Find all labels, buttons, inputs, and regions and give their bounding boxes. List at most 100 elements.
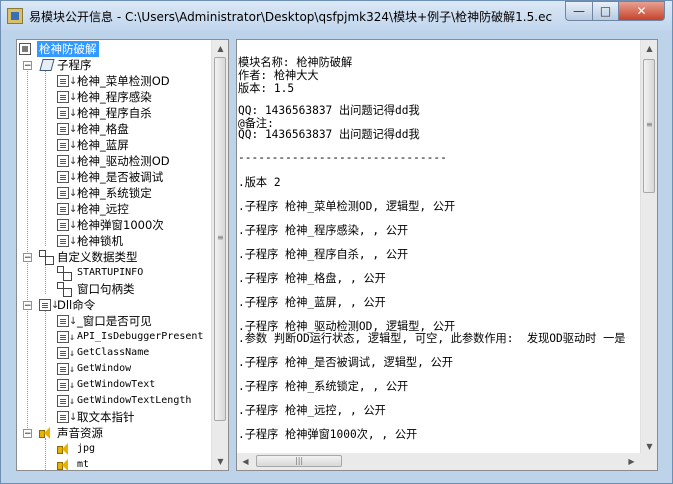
scroll-down-arrow-icon[interactable]: ▼	[212, 453, 228, 470]
scroll-thumb[interactable]: ≡	[214, 57, 226, 421]
main-window: 易模块公开信息 - C:\Users\Administrator\Desktop…	[0, 0, 673, 484]
dll-command-icon	[57, 330, 75, 346]
module-info-panel[interactable]: 模块名称: 枪神防破解 作者: 枪神大大 版本: 1.5 QQ: 1436563…	[236, 39, 658, 471]
collapse-toggle[interactable]: −	[23, 301, 32, 311]
dll-command-icon	[39, 298, 59, 314]
minimize-button[interactable]: —	[565, 1, 593, 21]
speaker-icon	[39, 427, 51, 439]
text-line: QQ: 1436563837 出问题记得dd我	[238, 104, 420, 117]
subprogram-icon	[57, 74, 77, 90]
app-icon	[7, 8, 23, 24]
subprogram-icon	[57, 154, 77, 170]
tree-item-label: 窗口句柄类	[77, 282, 135, 296]
document-horizontal-scrollbar[interactable]: ◀ ||| ▶	[237, 453, 640, 470]
module-tree[interactable]: 枪神防破解 − 子程序 枪神_菜单检测OD 枪神_程序感染 枪神_程序自杀 枪神…	[16, 39, 229, 471]
dll-command-icon	[57, 362, 75, 378]
datatype-icon	[57, 266, 72, 281]
speaker-icon	[57, 443, 69, 455]
tree-item-label: 枪神_格盘	[77, 122, 129, 136]
tree-item-label: 枪神_程序自杀	[77, 106, 152, 120]
text-line: QQ: 1436563837 出问题记得dd我	[238, 128, 420, 141]
scroll-right-arrow-icon[interactable]: ▶	[623, 453, 640, 470]
collapse-toggle[interactable]: −	[23, 61, 32, 71]
text-line: .子程序 枪神_系统锁定, , 公开	[238, 380, 409, 393]
tree-item-label: 取文本指针	[77, 410, 135, 424]
tree-item-label: 枪神_驱动检测OD	[77, 154, 170, 168]
tree-item-label: 枪神_蓝屏	[77, 138, 129, 152]
tree-item-label: STARTUPINFO	[77, 267, 144, 278]
dll-command-icon	[57, 346, 75, 362]
tree-item-label: GetWindowTextLength	[77, 395, 192, 406]
dll-command-icon	[57, 394, 75, 410]
tree-item-label: 枪神_菜单检测OD	[77, 74, 170, 88]
text-line: .子程序 枪神_程序自杀, , 公开	[238, 248, 409, 261]
text-line: .子程序 枪神_格盘, , 公开	[238, 272, 386, 285]
tree-item-label: GetWindowText	[77, 379, 156, 390]
tree-item-label: 枪神_远控	[77, 202, 129, 216]
speaker-icon	[57, 459, 69, 470]
text-line: 作者: 枪神大大	[238, 69, 319, 82]
tree-line	[45, 262, 46, 294]
module-info-text: 模块名称: 枪神防破解 作者: 枪神大大 版本: 1.5 QQ: 1436563…	[237, 40, 642, 455]
tree-line	[45, 310, 46, 422]
text-line: .版本 2	[238, 176, 281, 189]
collapse-toggle[interactable]: −	[23, 253, 32, 263]
tree-node-label: 子程序	[57, 58, 92, 72]
grip-icon: ≡	[646, 120, 653, 129]
window-title: 易模块公开信息 - C:\Users\Administrator\Desktop…	[29, 10, 553, 24]
subprogram-icon	[57, 170, 77, 186]
scroll-up-arrow-icon[interactable]: ▲	[212, 40, 228, 57]
scroll-thumb[interactable]: |||	[256, 455, 342, 467]
scroll-thumb[interactable]: ≡	[643, 59, 655, 193]
tree-item-label: 枪神锁机	[77, 234, 123, 248]
scroll-corner	[640, 453, 657, 470]
tree-line	[27, 64, 28, 434]
document-vertical-scrollbar[interactable]: ▲ ≡ ▼	[640, 40, 657, 455]
tree-item-label: 枪神_是否被调试	[77, 170, 164, 184]
text-line: .参数 判断OD运行状态, 逻辑型, 可空, 此参数作用: 发现OD驱动时 一是	[238, 332, 626, 345]
tree-line	[45, 438, 46, 470]
text-line: .子程序 枪神弹窗1000次, , 公开	[238, 428, 418, 441]
subprogram-icon	[57, 186, 77, 202]
title-bar[interactable]: 易模块公开信息 - C:\Users\Administrator\Desktop…	[1, 1, 672, 31]
tree-node-label: 自定义数据类型	[57, 250, 138, 264]
tree-vertical-scrollbar[interactable]: ▲ ≡ ▼	[211, 40, 228, 470]
tree-node-label: Dll命令	[57, 298, 96, 312]
tree-item-label: API_IsDebuggerPresent	[77, 331, 204, 342]
scroll-up-arrow-icon[interactable]: ▲	[641, 40, 657, 57]
subprogram-icon	[57, 122, 77, 138]
dll-command-icon	[57, 378, 75, 394]
tree-root-label: 枪神防破解	[37, 41, 99, 57]
collapse-toggle[interactable]: −	[23, 429, 32, 439]
subprogram-icon	[57, 90, 77, 106]
tree-item-label: GetClassName	[77, 347, 150, 358]
text-line: .子程序 枪神_菜单检测OD, 逻辑型, 公开	[238, 200, 456, 213]
subprogram-icon	[57, 106, 77, 122]
tree-item-label: jpg	[77, 443, 96, 454]
text-line: -------------------------------	[238, 151, 447, 164]
pane-splitter[interactable]	[229, 39, 236, 471]
layers-icon	[39, 59, 55, 71]
tree-item-label: 枪神_程序感染	[77, 90, 152, 104]
tree-item-label: 枪神_系统锁定	[77, 186, 152, 200]
maximize-button[interactable]: □	[592, 1, 619, 21]
tree-item-label: mt	[77, 459, 90, 470]
datatype-icon	[39, 250, 54, 265]
subprogram-icon	[57, 138, 77, 154]
scroll-left-arrow-icon[interactable]: ◀	[237, 453, 254, 470]
tree-item-label: GetWindow	[77, 363, 132, 374]
tree-item-label: _窗口是否可见	[77, 314, 152, 328]
close-button[interactable]: ✕	[618, 1, 665, 21]
text-line: 版本: 1.5	[238, 82, 295, 95]
tree-line	[45, 70, 46, 246]
dll-command-icon	[57, 410, 77, 426]
subprogram-icon	[57, 202, 77, 218]
module-icon	[19, 43, 31, 55]
grip-icon: ≡	[217, 233, 224, 242]
tree-node-label: 声音资源	[57, 426, 103, 440]
tree-item-label: 枪神弹窗1000次	[77, 218, 164, 232]
text-line: .子程序 枪神_程序感染, , 公开	[238, 224, 409, 237]
grip-icon: |||	[295, 456, 304, 465]
text-line: .子程序 枪神_蓝屏, , 公开	[238, 296, 386, 309]
text-line: .子程序 枪神_是否被调试, 逻辑型, 公开	[238, 356, 453, 369]
